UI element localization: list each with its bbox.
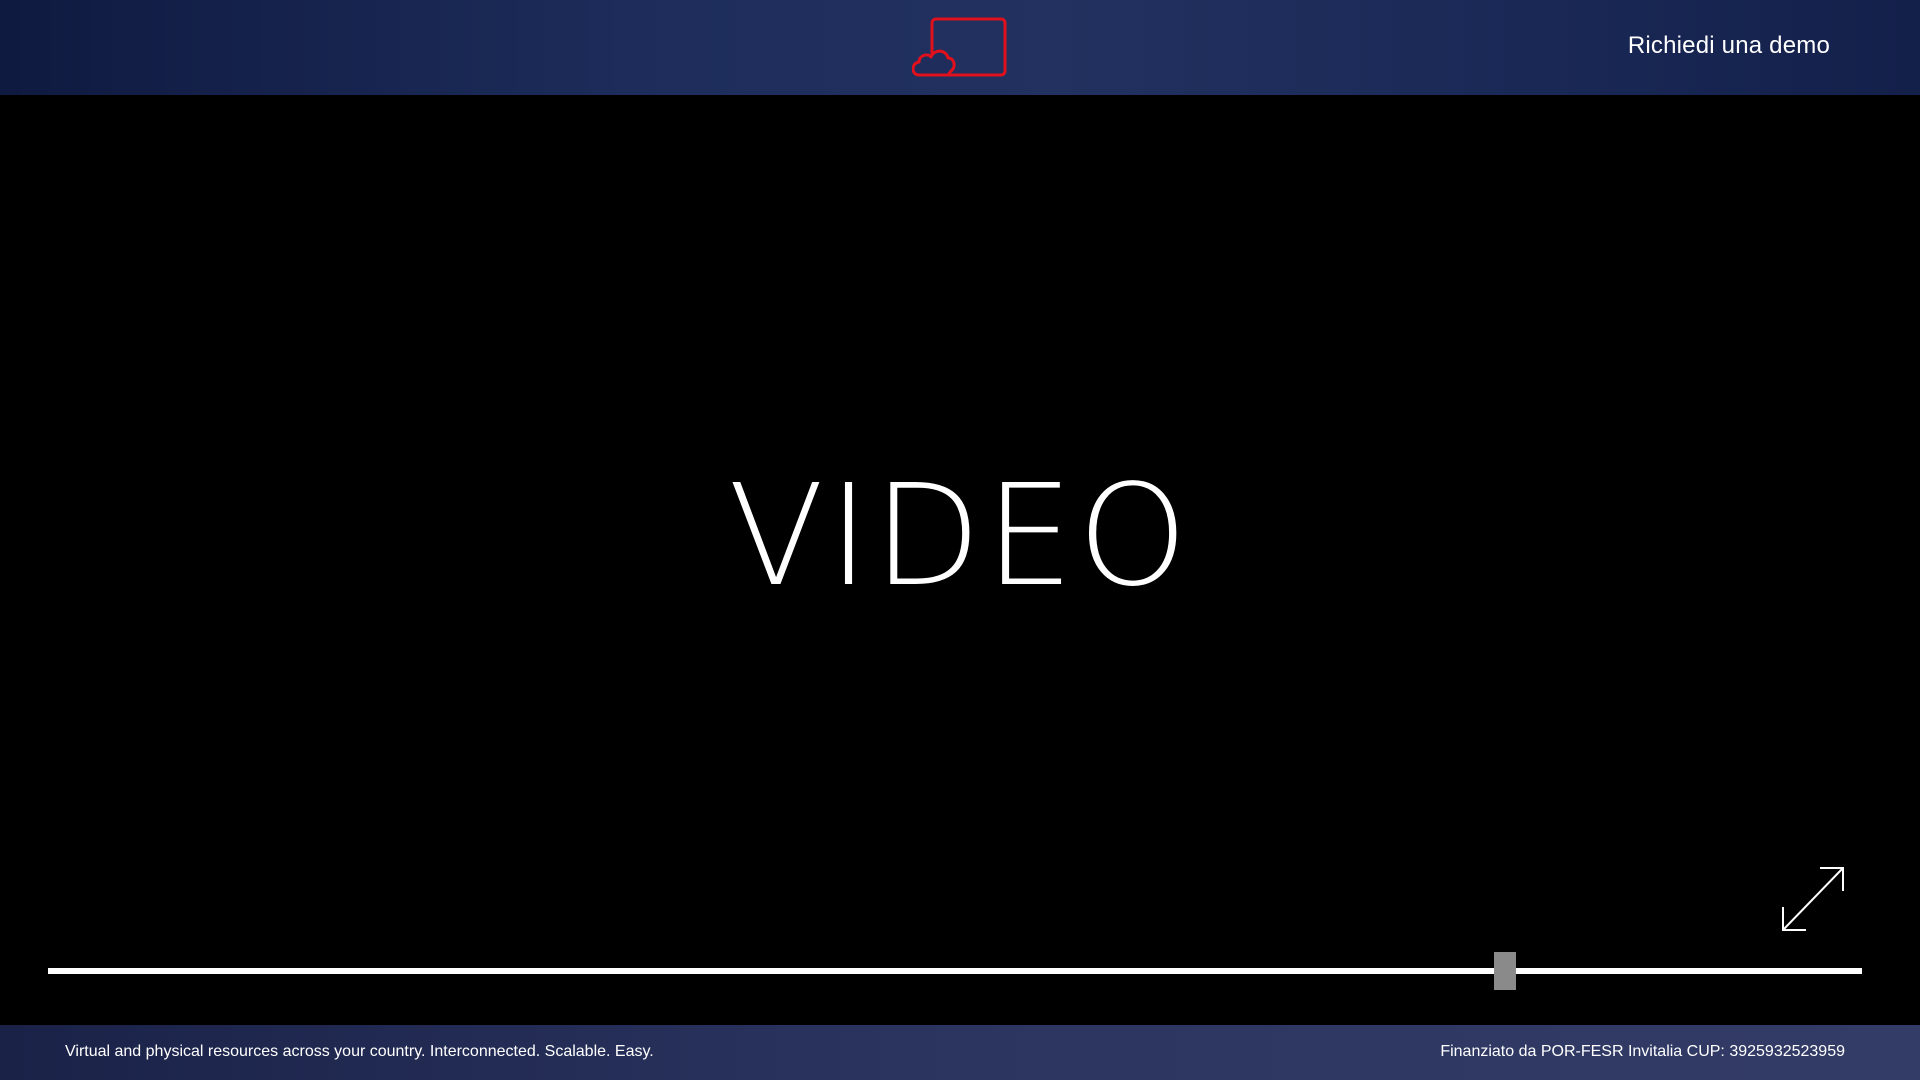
seek-bar[interactable]: [48, 952, 1862, 990]
cloud-screen-icon[interactable]: [911, 16, 1008, 80]
video-player[interactable]: VIDEO: [0, 95, 1920, 1025]
site-header: Richiedi una demo: [0, 0, 1920, 95]
request-demo-link[interactable]: Richiedi una demo: [1628, 32, 1830, 60]
site-footer: Virtual and physical resources across yo…: [0, 1025, 1920, 1080]
video-title: VIDEO: [728, 455, 1192, 618]
footer-funding-note: Finanziato da POR-FESR Invitalia CUP: 39…: [1440, 1043, 1845, 1060]
seek-handle[interactable]: [1493, 952, 1516, 990]
footer-tagline: Virtual and physical resources across yo…: [65, 1043, 654, 1060]
expand-arrows-icon[interactable]: [1780, 865, 1846, 933]
